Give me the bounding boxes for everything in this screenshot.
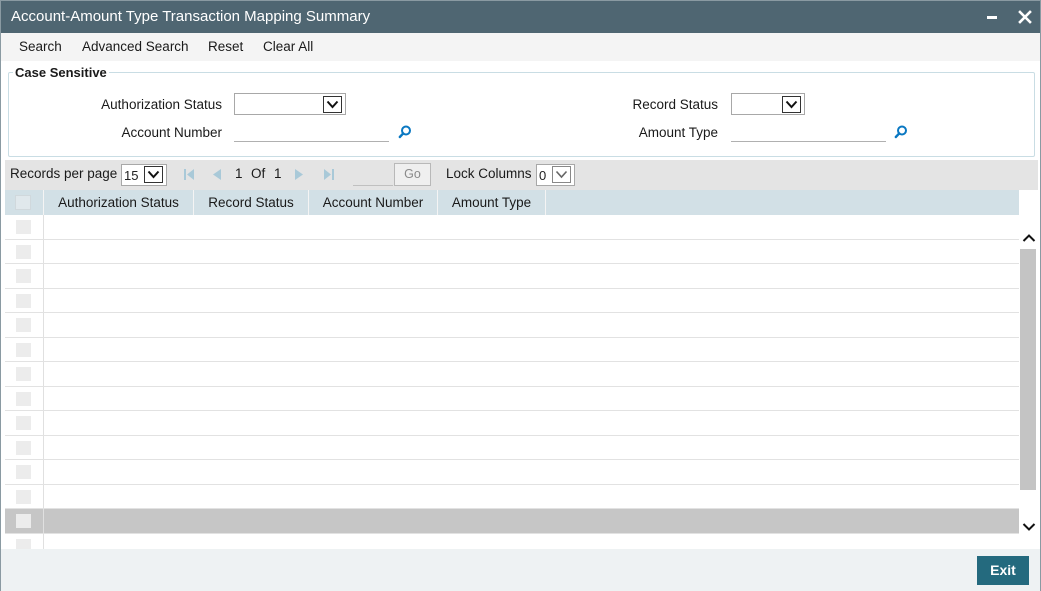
select-all-checkbox[interactable]: [15, 195, 31, 210]
vertical-scrollbar[interactable]: [1019, 226, 1038, 538]
row-checkbox[interactable]: [16, 514, 31, 528]
last-page-icon[interactable]: [323, 168, 335, 184]
row-divider: [43, 313, 44, 337]
row-divider: [43, 215, 44, 239]
summary-window: Account-Amount Type Transaction Mapping …: [0, 0, 1041, 591]
record-status-label: Record Status: [632, 97, 718, 112]
next-page-icon[interactable]: [294, 168, 305, 184]
total-pages: 1: [274, 166, 282, 181]
table-row[interactable]: [5, 484, 1019, 509]
goto-page-input[interactable]: [353, 164, 393, 186]
row-divider: [43, 435, 44, 459]
toolbar: Search Advanced Search Reset Clear All: [1, 33, 1040, 61]
table-row[interactable]: [5, 533, 1019, 549]
row-checkbox[interactable]: [16, 465, 31, 479]
row-divider: [43, 533, 44, 549]
amount-type-label: Amount Type: [638, 125, 718, 140]
column-header-account-number[interactable]: Account Number: [309, 190, 438, 215]
reset-button[interactable]: Reset: [208, 39, 243, 54]
minimize-icon[interactable]: [987, 16, 997, 19]
table-row[interactable]: [5, 386, 1019, 411]
row-checkbox[interactable]: [16, 538, 31, 549]
table-row[interactable]: [5, 337, 1019, 362]
row-checkbox[interactable]: [16, 220, 31, 234]
table-row[interactable]: [5, 313, 1019, 338]
records-per-page-label: Records per page: [10, 166, 118, 181]
table-row[interactable]: [5, 509, 1019, 534]
column-header-record-status[interactable]: Record Status: [194, 190, 309, 215]
amount-type-input[interactable]: [731, 122, 886, 142]
row-divider: [43, 337, 44, 361]
row-divider: [43, 239, 44, 263]
row-checkbox[interactable]: [16, 416, 31, 430]
chevron-down-icon[interactable]: [782, 96, 801, 113]
search-criteria-panel: [8, 72, 1035, 157]
current-page: 1: [235, 166, 243, 181]
column-header-amount-type[interactable]: Amount Type: [438, 190, 546, 215]
records-per-page-select[interactable]: 15: [121, 164, 167, 186]
previous-page-icon[interactable]: [211, 168, 222, 184]
row-checkbox[interactable]: [16, 342, 31, 357]
row-checkbox[interactable]: [16, 367, 31, 381]
chevron-down-icon[interactable]: [144, 166, 163, 183]
row-checkbox[interactable]: [16, 489, 31, 504]
records-per-page-value: 15: [124, 168, 139, 183]
lock-columns-label: Lock Columns: [446, 166, 532, 181]
close-icon[interactable]: [1016, 7, 1034, 27]
table-row[interactable]: [5, 435, 1019, 460]
table-row[interactable]: [5, 460, 1019, 485]
of-label: Of: [251, 166, 266, 181]
advanced-search-button[interactable]: Advanced Search: [82, 39, 189, 54]
row-checkbox[interactable]: [16, 269, 31, 283]
pagination-bar: Records per page 15 1 Of 1 Go Lock Colum…: [5, 160, 1038, 190]
search-icon[interactable]: [398, 125, 412, 139]
row-checkbox[interactable]: [16, 318, 31, 332]
row-divider: [43, 411, 44, 435]
row-checkbox[interactable]: [16, 391, 31, 406]
row-divider: [43, 264, 44, 288]
table-row[interactable]: [5, 264, 1019, 289]
row-checkbox[interactable]: [16, 244, 31, 259]
window-title: Account-Amount Type Transaction Mapping …: [11, 8, 371, 25]
clear-all-button[interactable]: Clear All: [263, 39, 313, 54]
table-row[interactable]: [5, 362, 1019, 387]
results-grid: Authorization Status Record Status Accou…: [5, 190, 1019, 549]
scroll-down-icon[interactable]: [1022, 520, 1036, 535]
lock-columns-select[interactable]: 0: [536, 164, 575, 186]
row-divider: [43, 386, 44, 410]
search-button[interactable]: Search: [19, 39, 62, 54]
account-number-label: Account Number: [121, 125, 222, 140]
lock-columns-value: 0: [539, 168, 547, 183]
table-row[interactable]: [5, 215, 1019, 240]
footer: Exit: [1, 549, 1040, 591]
row-divider: [43, 484, 44, 508]
go-button[interactable]: Go: [394, 163, 431, 186]
case-sensitive-legend: Case Sensitive: [13, 65, 109, 80]
search-icon[interactable]: [894, 125, 908, 139]
title-bar: Account-Amount Type Transaction Mapping …: [1, 1, 1040, 33]
row-divider: [43, 509, 44, 533]
row-divider: [43, 460, 44, 484]
account-number-input[interactable]: [234, 122, 389, 142]
exit-button[interactable]: Exit: [977, 556, 1029, 585]
column-header-authorization-status[interactable]: Authorization Status: [43, 190, 194, 215]
first-page-icon[interactable]: [183, 168, 195, 184]
table-row[interactable]: [5, 288, 1019, 313]
row-checkbox[interactable]: [16, 440, 31, 455]
row-checkbox[interactable]: [16, 293, 31, 308]
table-row[interactable]: [5, 239, 1019, 264]
scrollbar-thumb[interactable]: [1020, 249, 1036, 490]
scroll-up-icon[interactable]: [1022, 231, 1036, 246]
chevron-down-icon[interactable]: [552, 166, 571, 183]
row-divider: [43, 288, 44, 312]
row-divider: [43, 362, 44, 386]
table-row[interactable]: [5, 411, 1019, 436]
grid-header: Authorization Status Record Status Accou…: [5, 190, 1019, 215]
authorization-status-label: Authorization Status: [101, 97, 222, 112]
chevron-down-icon[interactable]: [323, 96, 342, 113]
